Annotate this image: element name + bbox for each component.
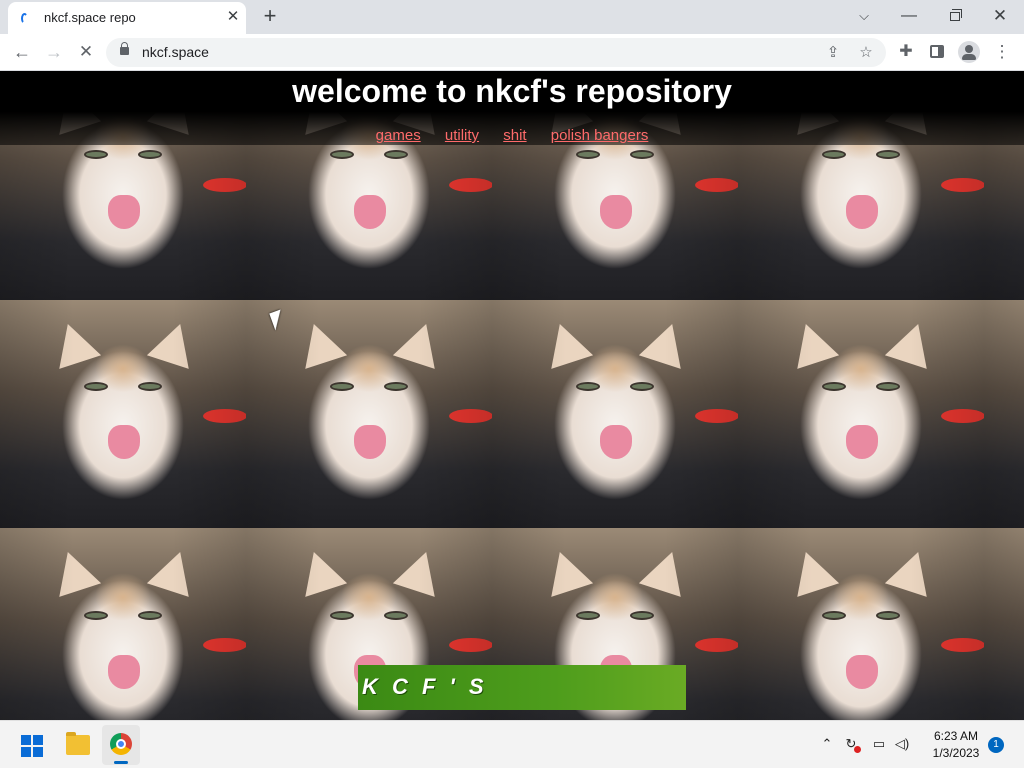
cat-tile — [738, 300, 984, 528]
site-nav: games utility shit polish bangers — [0, 127, 1024, 144]
address-bar[interactable]: nkcf.space ⇪ ☆ — [106, 38, 886, 67]
lock-icon[interactable] — [120, 42, 129, 55]
volume-icon[interactable]: ◁) — [893, 735, 911, 753]
forward-arrow-icon[interactable]: → — [42, 40, 66, 64]
cat-background — [0, 71, 1024, 720]
page-viewport: welcome to nkcf's repository games utili… — [0, 71, 1024, 720]
windows-start-icon[interactable] — [21, 735, 43, 757]
notification-badge[interactable]: 1 — [988, 737, 1004, 753]
tab-favicon-icon — [21, 13, 28, 24]
taskbar: ⌃ ↻ ▭ ◁) 6:23 AM 1/3/2023 1 — [0, 720, 1024, 768]
active-indicator — [114, 761, 128, 764]
file-explorer-icon[interactable] — [66, 732, 90, 755]
minimize-icon[interactable]: — — [895, 4, 923, 28]
cat-tile — [492, 300, 738, 528]
cat-tile — [0, 528, 246, 720]
clock-date[interactable]: 1/3/2023 — [926, 746, 986, 760]
cat-tile — [0, 300, 246, 528]
share-icon[interactable]: ⇪ — [822, 42, 844, 64]
cat-tile — [246, 300, 492, 528]
nav-link-polish-bangers[interactable]: polish bangers — [551, 127, 649, 144]
tab-title: nkcf.space repo — [44, 10, 136, 25]
kebab-menu-icon[interactable]: ⋮ — [991, 41, 1013, 63]
banner-text: K C F ' S — [362, 674, 488, 699]
sync-icon[interactable]: ↻ — [842, 735, 861, 753]
browser-toolbar: ← → ✕ nkcf.space ⇪ ☆ ✚ ⋮ — [0, 34, 1024, 71]
browser-tab[interactable]: nkcf.space repo ✕ — [8, 2, 246, 34]
chevron-down-icon[interactable]: ⌵ — [850, 4, 878, 28]
cat-tile — [984, 528, 1024, 720]
cat-tile — [738, 528, 984, 720]
back-arrow-icon[interactable]: ← — [10, 40, 34, 64]
stop-icon[interactable]: ✕ — [74, 40, 98, 64]
nav-link-utility[interactable]: utility — [445, 127, 479, 144]
kcf-banner: K C F ' S — [358, 665, 686, 710]
profile-icon[interactable] — [958, 41, 980, 63]
url-text[interactable]: nkcf.space — [142, 44, 209, 60]
restore-icon[interactable] — [941, 4, 969, 28]
plus-icon[interactable]: + — [258, 4, 282, 28]
clock-time[interactable]: 6:23 AM — [926, 729, 986, 743]
network-icon[interactable]: ▭ — [870, 735, 888, 753]
site-header: welcome to nkcf's repository games utili… — [0, 71, 1024, 145]
chrome-icon — [110, 733, 132, 755]
tab-strip: nkcf.space repo ✕ + ⌵ — ✕ — [0, 0, 1024, 34]
side-panel-icon[interactable] — [926, 41, 948, 63]
close-window-icon[interactable]: ✕ — [986, 4, 1014, 28]
page-title: welcome to nkcf's repository — [292, 73, 732, 109]
cat-tile — [984, 300, 1024, 528]
star-icon[interactable]: ☆ — [855, 42, 877, 64]
chevron-up-icon[interactable]: ⌃ — [818, 735, 836, 753]
close-icon[interactable]: ✕ — [224, 8, 242, 26]
nav-link-games[interactable]: games — [376, 127, 421, 144]
puzzle-icon[interactable]: ✚ — [895, 41, 917, 63]
nav-link-shit[interactable]: shit — [503, 127, 526, 144]
chrome-taskbar-button[interactable] — [102, 725, 140, 765]
